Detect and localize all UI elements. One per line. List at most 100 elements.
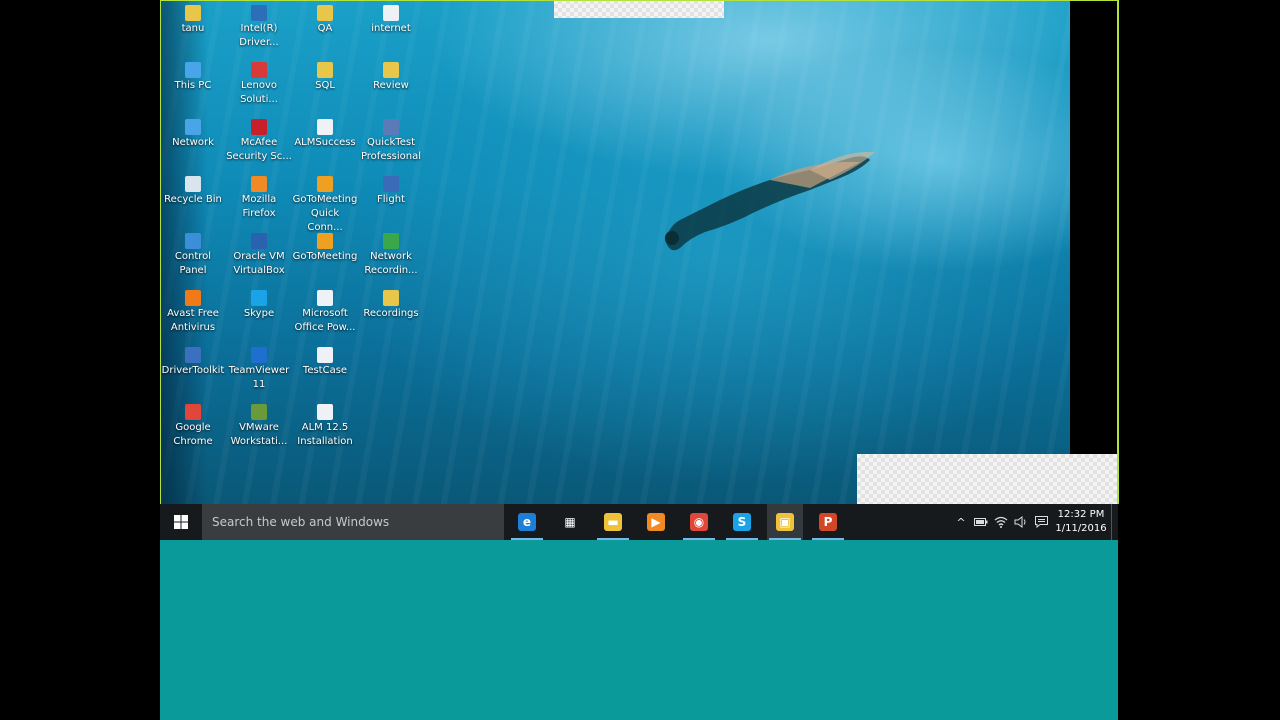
desktop-icon[interactable]: Mozilla Firefox — [226, 171, 292, 221]
desktop-icon[interactable]: Google Chrome — [160, 399, 226, 449]
desktop-icon-label: Intel(R) Driver... — [239, 23, 279, 48]
desktop-icon-label: Network — [172, 137, 214, 148]
desktop-icon[interactable]: McAfee Security Sc... — [226, 114, 292, 164]
document-icon — [317, 404, 333, 420]
black-margin — [1070, 0, 1118, 454]
desktop-icon[interactable]: Network — [160, 114, 226, 150]
desktop-icon[interactable]: QuickTest Professional — [358, 114, 424, 164]
desktop-icon[interactable]: DriverToolkit — [160, 342, 226, 378]
recording-frame-left — [160, 0, 161, 504]
taskbar-app[interactable]: ◉ — [681, 504, 717, 540]
desktop-icon[interactable]: SQL — [292, 57, 358, 93]
virtualbox-icon — [251, 233, 267, 249]
taskbar-app[interactable]: ▦ — [552, 504, 588, 540]
taskbar-app[interactable]: ▣ — [767, 504, 803, 540]
taskbar-app[interactable]: e — [509, 504, 545, 540]
desktop-icon-label: DriverToolkit — [161, 365, 225, 376]
desktop-icon-label: Flight — [377, 194, 405, 205]
start-button[interactable] — [160, 504, 202, 540]
desktop-icon[interactable]: This PC — [160, 57, 226, 93]
recycle-bin-icon — [185, 176, 201, 192]
desktop-screen: tanu This PC Network Recycle Bin Control Pan… — [160, 0, 1118, 720]
volume-icon[interactable] — [1011, 504, 1031, 540]
desktop-icon-label: McAfee Security Sc... — [226, 137, 292, 162]
document-icon — [317, 290, 333, 306]
diver-silhouette — [665, 151, 875, 251]
desktop-icon[interactable]: Skype — [226, 285, 292, 321]
desktop-icon[interactable]: ALMSuccess — [292, 114, 358, 150]
desktop-icon-label: TeamViewer 11 — [228, 365, 290, 390]
media-player-icon: ▶ — [647, 513, 665, 531]
folder-icon — [185, 5, 201, 21]
desktop-icon-label: Skype — [243, 308, 275, 319]
desktop-icon[interactable]: tanu — [160, 0, 226, 36]
clock-time: 12:32 PM — [1057, 509, 1105, 520]
control-panel-icon — [185, 233, 201, 249]
desktop-icon-label: ALMSuccess — [294, 137, 356, 148]
windows-logo-icon — [174, 515, 188, 529]
wifi-icon[interactable] — [991, 504, 1011, 540]
search-box[interactable]: Search the web and Windows — [202, 504, 504, 540]
desktop-icon[interactable]: Network Recordin... — [358, 228, 424, 278]
desktop-icon[interactable]: VMware Workstati... — [226, 399, 292, 449]
action-center-icon[interactable] — [1031, 504, 1051, 540]
desktop-icon-label: Microsoft Office Pow... — [294, 308, 356, 333]
chrome-icon: ◉ — [690, 513, 708, 531]
chevron-up-icon[interactable]: ^ — [951, 504, 971, 540]
battery-icon[interactable] — [971, 504, 991, 540]
lenovo-icon — [251, 62, 267, 78]
desktop-icon[interactable]: TestCase — [292, 342, 358, 378]
desktop-icon-label: SQL — [315, 80, 335, 91]
document-icon — [317, 119, 333, 135]
desktop-icon[interactable]: Recycle Bin — [160, 171, 226, 207]
desktop-icon[interactable]: GoToMeeting — [292, 228, 358, 264]
desktop-icon[interactable]: Oracle VM VirtualBox — [226, 228, 292, 278]
skype-icon: S — [733, 513, 751, 531]
taskbar-app[interactable]: ▶ — [638, 504, 674, 540]
desktop-icon[interactable]: Microsoft Office Pow... — [292, 285, 358, 335]
taskbar-app[interactable]: ▬ — [595, 504, 631, 540]
desktop-icon-label: internet — [371, 23, 411, 34]
desktop-icon-label: Google Chrome — [173, 422, 213, 447]
teamviewer-icon — [251, 347, 267, 363]
gotomeeting-icon — [317, 233, 333, 249]
desktop-icon-label: Mozilla Firefox — [241, 194, 277, 219]
desktop-icon[interactable]: TeamViewer 11 — [226, 342, 292, 392]
desktop-icon[interactable]: GoToMeeting Quick Conn... — [292, 171, 358, 235]
folder-icon — [317, 62, 333, 78]
desktop-icon[interactable]: Intel(R) Driver... — [226, 0, 292, 50]
show-desktop-button[interactable] — [1111, 504, 1118, 540]
desktop-icon[interactable]: Avast Free Antivirus — [160, 285, 226, 335]
driver-toolkit-icon — [185, 347, 201, 363]
desktop-icon-label: Recycle Bin — [164, 194, 222, 205]
desktop-icon-label: GoToMeeting — [292, 251, 358, 262]
desktop-icon-label: VMware Workstati... — [230, 422, 288, 447]
recording-frame-top — [160, 0, 1118, 1]
desktop-icon[interactable]: internet — [358, 0, 424, 36]
desktop-icon[interactable]: ALM 12.5 Installation — [292, 399, 358, 449]
desktop-icon[interactable]: Lenovo Soluti... — [226, 57, 292, 107]
desktop-icon[interactable]: Control Panel — [160, 228, 226, 278]
file-explorer-icon: ▬ — [604, 513, 622, 531]
edge-icon: e — [518, 513, 536, 531]
taskbar-app[interactable]: P — [810, 504, 846, 540]
folder-icon — [383, 290, 399, 306]
network-icon — [185, 119, 201, 135]
running-indicator — [726, 538, 758, 540]
desktop-icon[interactable]: Flight — [358, 171, 424, 207]
computer-icon — [185, 62, 201, 78]
taskbar-app[interactable]: S — [724, 504, 760, 540]
desktop-icon[interactable]: Recordings — [358, 285, 424, 321]
desktop-icon-label: Lenovo Soluti... — [240, 80, 278, 105]
desktop-wallpaper: tanu This PC Network Recycle Bin Control Pan… — [160, 0, 1118, 504]
search-placeholder: Search the web and Windows — [212, 515, 390, 529]
transparent-overlay-bottom — [857, 454, 1118, 504]
desktop-icon[interactable]: Review — [358, 57, 424, 93]
transparent-overlay-top — [554, 0, 724, 18]
clock[interactable]: 12:32 PM 1/11/2016 — [1051, 508, 1111, 536]
desktop-icon-label: This PC — [174, 80, 212, 91]
running-indicator — [511, 538, 543, 540]
desktop-icon[interactable]: QA — [292, 0, 358, 36]
clock-date: 1/11/2016 — [1055, 523, 1107, 534]
store-icon: ▦ — [564, 515, 576, 529]
